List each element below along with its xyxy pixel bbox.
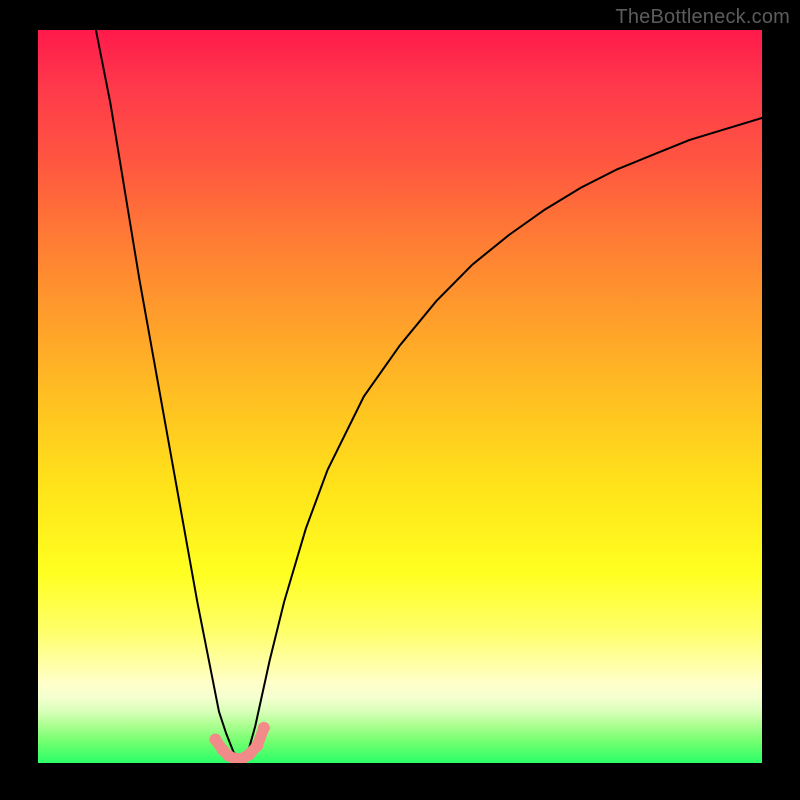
curve-right-branch [241,118,762,759]
marker-point [258,722,270,734]
attribution-text: TheBottleneck.com [615,6,790,29]
chart-frame: TheBottleneck.com [0,0,800,800]
plot-area [38,30,762,763]
curve-left-branch [96,30,241,759]
marker-point [209,734,221,746]
marker-point [251,739,263,751]
chart-svg [38,30,762,763]
